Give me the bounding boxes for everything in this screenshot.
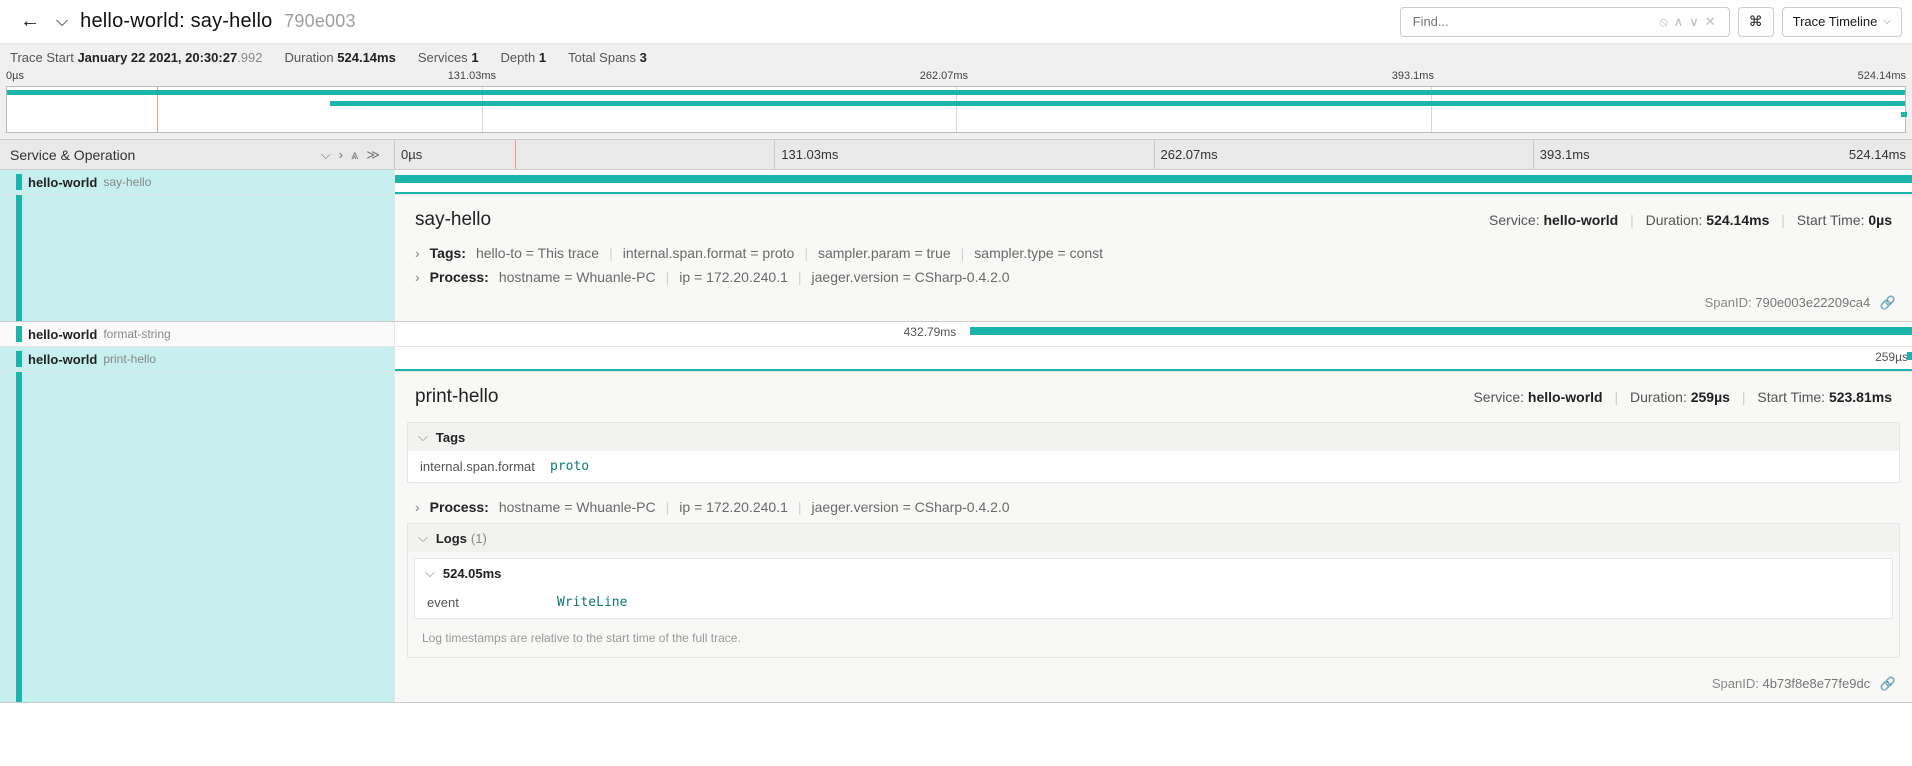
logs-section: ⌵ Logs (1) ⌵ 524.05ms event WriteLine Lo… (407, 523, 1900, 658)
span-bar-area[interactable] (395, 170, 1912, 194)
summary-trace-start: Trace Start January 22 2021, 20:30:27.99… (10, 50, 263, 65)
caret-down-icon[interactable]: ⌵ (418, 429, 428, 445)
span-rows: hello-world say-hello say-hello Service:… (0, 170, 1912, 703)
trace-minimap[interactable]: 0µs 131.03ms 262.07ms 393.1ms 524.14ms (0, 70, 1912, 140)
service-color-marker (16, 351, 22, 367)
summary-services: Services 1 (418, 50, 479, 65)
find-box: ⦸ ∧ ∨ ✕ (1400, 7, 1730, 37)
minimap-viewport[interactable] (6, 86, 1906, 133)
tags-section-header[interactable]: ⌵ Tags (408, 423, 1899, 451)
span-bar (395, 175, 1912, 183)
link-icon[interactable]: 🔗 (1880, 295, 1896, 310)
span-id-footer: SpanID: 790e003e22209ca4 🔗 (395, 289, 1912, 321)
span-name-cell[interactable]: hello-world format-string (0, 322, 395, 346)
column-headers: Service & Operation ⌵ › ⩓ ≫ 0µs 131.03ms… (0, 140, 1912, 170)
minimap-span-bar (330, 101, 1905, 106)
caret-right-icon[interactable]: › (415, 245, 420, 261)
column-title-left: Service & Operation (10, 147, 135, 163)
tree-controls: ⌵ › ⩓ ≫ (317, 147, 384, 163)
summary-depth: Depth 1 (501, 50, 547, 65)
span-name-cell[interactable]: hello-world print-hello (0, 347, 395, 371)
find-close-icon[interactable]: ✕ (1705, 14, 1716, 30)
logs-section-header[interactable]: ⌵ Logs (1) (408, 524, 1899, 552)
span-bar-area[interactable]: 259µs (395, 347, 1912, 371)
summary-duration: Duration 524.14ms (285, 50, 396, 65)
span-id-footer: SpanID: 4b73f8e8e77fe9dc 🔗 (395, 670, 1912, 702)
trace-summary-bar: Trace Start January 22 2021, 20:30:27.99… (0, 44, 1912, 70)
time-axis-header: 0µs 131.03ms 262.07ms 393.1ms 524.14ms (395, 140, 1912, 169)
trace-header: ← ⌵ hello-world: say-hello 790e003 ⦸ ∧ ∨… (0, 0, 1912, 44)
span-detail: say-hello Service: hello-world | Duratio… (0, 195, 1912, 322)
span-detail: print-hello Service: hello-world | Durat… (0, 372, 1912, 703)
command-icon: ⌘ (1749, 13, 1763, 30)
expand-all-icon[interactable]: ≫ (366, 147, 380, 163)
tag-row: internal.span.format proto (408, 451, 1899, 482)
find-input[interactable] (1411, 10, 1657, 34)
log-entry: ⌵ 524.05ms event WriteLine (414, 558, 1893, 619)
span-bar-area[interactable]: 432.79ms (395, 322, 1912, 346)
span-bar (970, 327, 1912, 335)
collapse-one-icon[interactable]: ⩓ (351, 147, 358, 163)
trace-title: hello-world: say-hello 790e003 (80, 10, 356, 33)
caret-down-icon[interactable]: ⌵ (418, 530, 428, 546)
minimap-ticks: 0µs 131.03ms 262.07ms 393.1ms 524.14ms (6, 70, 1906, 84)
find-prev-icon[interactable]: ∧ (1674, 14, 1684, 30)
expand-one-icon[interactable]: › (339, 147, 343, 163)
summary-total-spans: Total Spans 3 (568, 50, 647, 65)
tags-row[interactable]: › Tags: hello-to = This trace| internal.… (395, 241, 1912, 265)
span-name-cell[interactable]: hello-world say-hello (0, 170, 395, 194)
logs-footnote: Log timestamps are relative to the start… (408, 625, 1899, 657)
minimap-span-bar (7, 90, 1905, 95)
collapse-toggle[interactable]: ⌵ (50, 13, 74, 31)
span-row[interactable]: hello-world format-string 432.79ms (0, 322, 1912, 347)
find-nav-controls: ⦸ ∧ ∨ ✕ (1656, 14, 1718, 30)
detail-operation: print-hello (415, 386, 498, 408)
back-button[interactable]: ← (10, 10, 50, 33)
caret-right-icon[interactable]: › (415, 499, 420, 515)
chevron-down-icon: ⌵ (1883, 16, 1891, 27)
tags-section: ⌵ Tags internal.span.format proto (407, 422, 1900, 483)
span-bar (1907, 352, 1912, 360)
trace-view-dropdown[interactable]: Trace Timeline ⌵ (1782, 7, 1902, 37)
keyboard-shortcuts-button[interactable]: ⌘ (1738, 7, 1774, 37)
trace-id: 790e003 (284, 11, 355, 31)
find-next-icon[interactable]: ∨ (1689, 14, 1699, 30)
caret-down-icon[interactable]: ⌵ (425, 565, 435, 581)
process-row[interactable]: › Process: hostname = Whuanle-PC| ip = 1… (395, 495, 1912, 519)
service-color-marker (16, 326, 22, 342)
span-row[interactable]: hello-world say-hello (0, 170, 1912, 195)
log-field-row: event WriteLine (415, 587, 1892, 618)
span-row[interactable]: hello-world print-hello 259µs (0, 347, 1912, 372)
collapse-all-icon[interactable]: ⌵ (321, 147, 331, 163)
minimap-span-bar (1901, 112, 1907, 117)
find-clear-icon[interactable]: ⦸ (1659, 14, 1667, 30)
service-color-marker (16, 174, 22, 190)
link-icon[interactable]: 🔗 (1880, 676, 1896, 691)
log-time-header[interactable]: ⌵ 524.05ms (415, 559, 1892, 587)
caret-right-icon[interactable]: › (415, 269, 420, 285)
process-row[interactable]: › Process: hostname = Whuanle-PC| ip = 1… (395, 265, 1912, 289)
detail-operation: say-hello (415, 209, 491, 231)
